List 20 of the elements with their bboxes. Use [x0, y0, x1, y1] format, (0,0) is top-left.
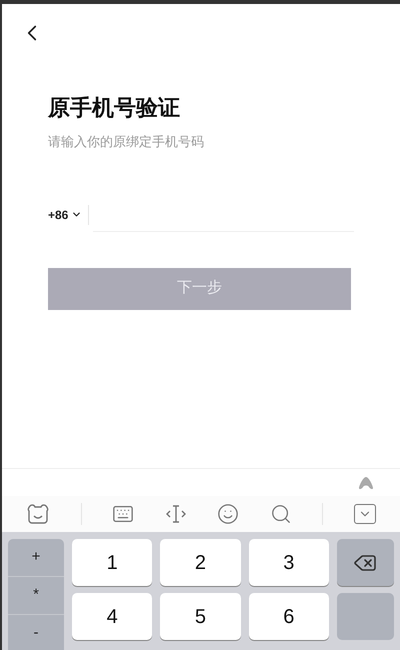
digit-key[interactable]: 1: [72, 539, 152, 586]
keyboard-icon[interactable]: [112, 503, 134, 525]
digit-key[interactable]: 2: [160, 539, 241, 586]
delete-key[interactable]: [336, 539, 394, 586]
hill-icon: [358, 476, 374, 490]
subtitle: 请输入你的原绑定手机号码: [48, 133, 205, 151]
collapse-keyboard-button[interactable]: [354, 504, 376, 524]
cursor-move-icon[interactable]: [164, 503, 187, 525]
digit-key[interactable]: 3: [248, 539, 329, 586]
smiley-icon[interactable]: [217, 503, 240, 525]
country-code-selector[interactable]: +86: [48, 206, 88, 224]
bear-face-icon[interactable]: [26, 503, 50, 525]
page-title: 原手机号验证: [48, 94, 181, 122]
symbol-key[interactable]: -: [8, 615, 64, 650]
symbol-key[interactable]: +: [8, 539, 64, 577]
digit-key[interactable]: 5: [160, 593, 241, 640]
symbol-key[interactable]: *: [8, 577, 64, 615]
digit-key[interactable]: 4: [72, 593, 152, 640]
search-icon[interactable]: [270, 503, 292, 525]
digit-key[interactable]: 6: [248, 593, 329, 640]
